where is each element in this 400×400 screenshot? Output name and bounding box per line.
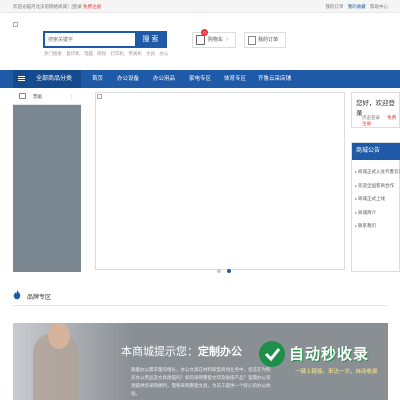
logo-image[interactable] [13,22,18,27]
carousel-dots [217,260,233,278]
hot-keyword[interactable]: 文具 [146,51,155,56]
hot-keyword[interactable]: 碳粉 [97,51,106,56]
hot-keyword[interactable]: 电脑 [84,51,93,56]
login-link[interactable]: 点击登录 [362,115,380,120]
nav-item-appliances[interactable]: 家电专区 [189,70,211,88]
divider [13,305,388,306]
carousel-dot-active[interactable] [227,269,232,273]
notice-panel: 商城公告 商城正式入驻齐鲁云采 欢迎全国客商合作 商城正式上线 商城简介 联系我… [351,142,400,272]
all-categories-button[interactable]: 全部商品分类 [13,70,81,88]
category-item-bills[interactable]: 票据 〉 [13,88,81,105]
category-label: 票据 [33,94,42,99]
search-box: 搜 索 [43,31,167,48]
brand-zone-label: 品牌专区 [27,295,52,301]
search-button[interactable]: 搜 索 [135,31,166,48]
order-icon [248,36,256,45]
cart-button[interactable]: 0 购物车 〉 [192,29,236,48]
promo-title: 本商城提示您：定制办公 [121,346,242,358]
cart-icon [196,35,205,45]
promo-body: 随着办公需求量的增长，办公文具在材料新型商场业务中，您还在为购买办公用品及文具烦… [131,367,271,396]
hot-keyword[interactable]: 打印机 [111,51,125,56]
watermark-title: 自动秒收录 [289,346,370,363]
chevron-right-icon: 〉 [275,37,281,43]
user-login-box: 您好，欢迎登录 点击登录 免费注册 [351,92,400,128]
notice-item[interactable]: 欢迎全国客商合作 [355,179,400,193]
notice-title: 商城公告 [352,143,400,160]
promo-photo-head [48,323,70,349]
nav-item-office-equipment[interactable]: 办公设备 [117,70,139,88]
watermark-subtitle: 一键上链接，来访一次，自动收录 [295,369,378,375]
promo-banner[interactable]: 本商城提示您：定制办公 随着办公需求量的增长，办公文具在材料新型商场业务中，您还… [13,323,388,400]
my-favorites-link[interactable]: 我的收藏 [348,4,366,9]
welcome-text: 欢迎光临河北沃思网络商城！[登录 免费注册 [13,4,102,9]
main-nav: 全部商品分类 首页 办公设备 办公用品 家电专区 体育专区 齐鲁云采店铺 [0,70,400,88]
hot-keyword[interactable]: 传真机 [128,51,142,56]
printer-icon [19,93,26,99]
my-orders-link[interactable]: 我的订单 [325,4,343,9]
hot-keywords: 热门搜索 复印机 电脑 碳粉 打印机 传真机 文具 办公 [44,51,171,57]
cart-count-badge: 0 [201,29,208,36]
hot-keyword[interactable]: 办公 [159,51,168,56]
top-register-link[interactable]: 免费注册 [83,4,101,9]
menu-icon [18,76,25,81]
hot-keyword[interactable]: 热门搜索 [44,51,62,56]
greeting-text: 您好，欢迎登录 [356,100,395,117]
banner-carousel[interactable] [95,92,345,273]
notice-item[interactable]: 商城简介 [355,206,400,220]
banner-image [97,94,102,99]
nav-item-qilu-store[interactable]: 齐鲁云采店铺 [258,70,291,88]
chevron-right-icon: 〉 [70,94,76,99]
category-panel: 票据 〉 [13,88,81,272]
cart-label: 购物车 [208,37,224,43]
watermark-logo-icon [259,341,285,367]
notice-item[interactable]: 商城正式入驻齐鲁云采 [355,165,400,179]
nav-item-home[interactable]: 首页 [92,70,103,88]
nav-item-sports[interactable]: 体育专区 [224,70,246,88]
notice-item[interactable]: 商城正式上线 [355,192,400,206]
flame-icon [13,290,21,300]
chevron-right-icon: 〉 [225,37,231,43]
watermark: 自动秒收录 一键上链接，来访一次，自动收录 [257,339,387,394]
top-links: 我的订单 我的收藏 帮助中心 [322,0,388,13]
my-orders-button[interactable]: 我的订单 〉 [244,32,286,48]
top-bar: 欢迎光临河北沃思网络商城！[登录 免费注册 我的订单 我的收藏 帮助中心 [0,0,400,13]
search-input[interactable] [45,33,137,46]
hot-keyword[interactable]: 复印机 [66,51,80,56]
all-categories-label: 全部商品分类 [36,76,73,82]
nav-item-office-supplies[interactable]: 办公用品 [153,70,175,88]
notice-item[interactable]: 联系我们 [355,219,400,233]
help-center-link[interactable]: 帮助中心 [370,4,388,9]
carousel-dot[interactable] [217,269,221,273]
